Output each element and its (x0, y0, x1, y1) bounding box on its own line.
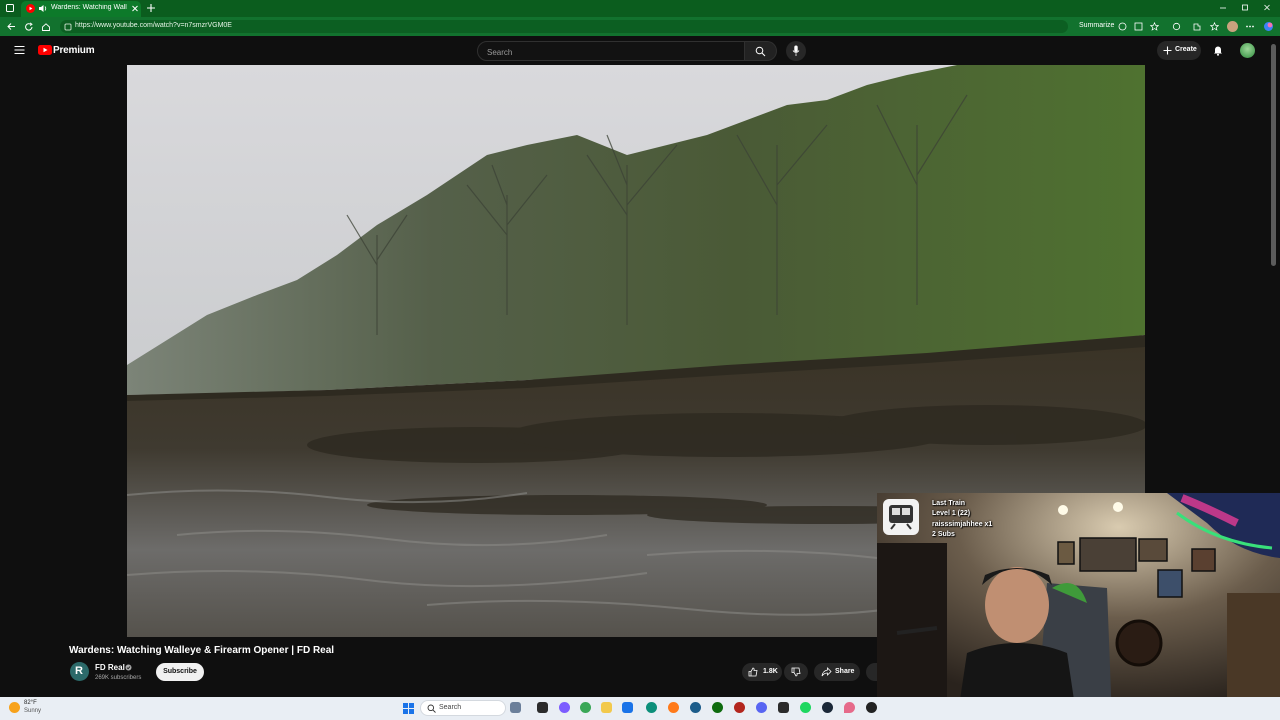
summarize-button[interactable]: Summarize (1079, 22, 1114, 29)
copilot-sidebar-icon[interactable] (1263, 21, 1274, 32)
channel-avatar[interactable]: R (70, 662, 89, 681)
youtube-favicon-icon (26, 4, 35, 13)
share-icon (821, 667, 832, 677)
refresh-extension-icon[interactable] (1172, 22, 1181, 31)
stream-alert: Last Train Level 1 (22) raisssimjahhee x… (932, 499, 992, 541)
share-label: Share (835, 668, 855, 675)
windows-taskbar: 82°F Sunny Search (0, 697, 1280, 720)
page-scrollbar[interactable] (1271, 44, 1276, 266)
steam-icon[interactable] (822, 702, 833, 713)
xbox-app-icon[interactable] (712, 702, 723, 713)
thumbs-down-icon (791, 667, 801, 677)
browser-toolbar: https://www.youtube.com/watch?v=n7smzrVG… (0, 17, 1280, 36)
plus-icon (1163, 46, 1172, 55)
edge-browser-icon[interactable] (646, 702, 657, 713)
copilot-app-icon[interactable] (559, 702, 570, 713)
taskbar-search-box[interactable]: Search (420, 700, 506, 716)
url-text: https://www.youtube.com/watch?v=n7smzrVG… (75, 22, 232, 29)
new-tab-icon[interactable] (146, 3, 156, 13)
subscribe-button[interactable]: Subscribe (156, 663, 204, 681)
like-count: 1.8K (763, 668, 778, 675)
weather-condition: Sunny (24, 708, 42, 714)
media-app-icon[interactable] (734, 702, 745, 713)
discord-icon[interactable] (756, 702, 767, 713)
youtube-logo-icon[interactable] (38, 45, 52, 55)
browser-tab-active[interactable]: Wardens: Watching Walleye & Firearm Open… (21, 1, 141, 17)
file-explorer-icon[interactable] (601, 702, 612, 713)
obs-icon[interactable] (866, 702, 877, 713)
tab-audio-icon[interactable] (38, 4, 48, 13)
create-label: Create (1175, 46, 1197, 53)
browser-tab-strip: Wardens: Watching Walleye & Firearm Open… (0, 0, 1280, 17)
start-windows-icon[interactable] (403, 703, 414, 714)
firefox-icon[interactable] (668, 702, 679, 713)
subscriber-count: 269K subscribers (95, 675, 142, 681)
alert-title: Last Train (932, 500, 966, 507)
terminal-icon[interactable] (778, 702, 789, 713)
youtube-header: Premium Create (0, 36, 1280, 65)
edge-dev-icon[interactable] (580, 702, 591, 713)
search-button[interactable] (745, 41, 777, 61)
voice-search-button[interactable] (786, 41, 806, 61)
alert-user: raisssimjahhee x1 (932, 520, 993, 528)
tab-close-icon[interactable] (131, 4, 139, 13)
restore-icon[interactable] (1241, 3, 1249, 12)
reload-icon[interactable] (24, 22, 34, 32)
back-icon[interactable] (6, 22, 16, 31)
share-button[interactable]: Share (814, 663, 860, 681)
youtube-premium-label[interactable]: Premium (53, 45, 95, 56)
search-box[interactable] (477, 41, 745, 61)
reader-view-icon[interactable] (1134, 22, 1143, 31)
dislike-button[interactable] (784, 663, 808, 681)
alert-level: Level 1 (22) (932, 510, 971, 518)
profile-avatar[interactable] (1227, 21, 1238, 32)
menu-hamburger-icon[interactable] (14, 45, 25, 55)
favorites-icon[interactable] (1210, 22, 1219, 31)
tab-actions-icon[interactable] (5, 3, 15, 13)
channel-name[interactable]: FD Real (95, 663, 125, 672)
verified-badge-icon (125, 664, 132, 671)
taskbar-search-label: Search (439, 704, 462, 711)
create-button[interactable]: Create (1157, 41, 1201, 60)
notifications-bell-icon[interactable] (1213, 45, 1223, 56)
thumbs-up-icon (748, 667, 758, 677)
minimize-icon[interactable] (1219, 3, 1227, 12)
store-icon[interactable] (622, 702, 633, 713)
copilot-icon[interactable] (1118, 22, 1127, 31)
address-bar[interactable]: https://www.youtube.com/watch?v=n7smzrVG… (60, 20, 1068, 33)
alert-subs: 2 Subs (932, 531, 955, 539)
extensions-icon[interactable] (1192, 22, 1201, 31)
like-button[interactable]: 1.8K (742, 663, 782, 681)
weather-temperature[interactable]: 82°F (24, 700, 37, 706)
more-icon[interactable] (1245, 22, 1255, 31)
chrome-canary-icon[interactable] (690, 702, 701, 713)
video-title: Wardens: Watching Walleye & Firearm Open… (69, 645, 335, 656)
widgets-icon[interactable] (510, 702, 521, 713)
taskbar-search-icon (427, 704, 436, 713)
search-icon (755, 46, 766, 57)
home-icon[interactable] (41, 22, 51, 32)
channel-avatar-letter: R (75, 665, 83, 677)
task-view-icon[interactable] (537, 702, 548, 713)
tab-title: Wardens: Watching Walleye & Firearm Open… (51, 4, 127, 11)
account-avatar[interactable] (1240, 43, 1255, 58)
spotify-icon[interactable] (800, 702, 811, 713)
window-close-icon[interactable] (1263, 3, 1271, 12)
maps-pin-icon[interactable] (844, 702, 855, 713)
weather-sun-icon[interactable] (9, 702, 20, 713)
search-input[interactable] (485, 45, 739, 59)
site-info-icon[interactable] (64, 23, 72, 31)
microphone-icon (792, 45, 800, 57)
favorite-star-icon[interactable] (1150, 22, 1159, 31)
